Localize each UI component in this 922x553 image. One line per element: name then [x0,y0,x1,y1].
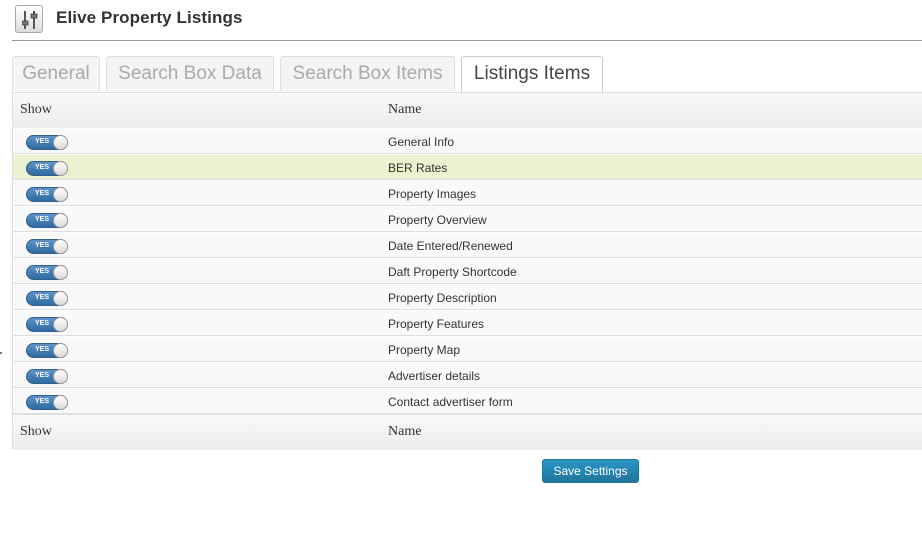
toggle-label: YES [35,216,50,223]
show-toggle[interactable]: YES [26,265,68,280]
page-header: Elive Property Listings [12,0,922,41]
show-toggle[interactable]: YES [26,343,68,358]
toggle-label: YES [35,138,50,145]
page-title: Elive Property Listings [56,8,243,27]
toggle-label: YES [35,242,50,249]
row-name: BER Rates [388,161,448,175]
row-name: Property Map [388,343,461,357]
row-name: Property Images [388,187,477,201]
toggle-label: YES [35,268,50,275]
save-settings-button[interactable]: Save Settings [542,459,639,483]
table-body: YES General Info YES BER Rates YES Property I… [13,128,922,414]
toggle-label: YES [35,190,50,197]
tab-listings-items[interactable]: Listings Items [461,56,603,93]
show-toggle[interactable]: YES [26,135,68,150]
toggle-knob [53,187,68,202]
toggle-knob [53,135,68,150]
edge-marker [0,352,2,354]
row-name: Property Features [388,317,485,331]
toggle-knob [53,161,68,176]
table-row: YES Daft Property Shortcode [13,258,922,284]
settings-sliders-icon [15,5,43,33]
toggle-knob [53,343,68,358]
toggle-label: YES [35,372,50,379]
table-row: YES Property Overview [13,206,922,232]
show-toggle[interactable]: YES [26,291,68,306]
show-toggle[interactable]: YES [26,395,68,410]
tab-bar: General Search Box Data Search Box Items… [12,56,922,93]
toggle-knob [53,369,68,384]
table-header: Show Name [13,93,922,129]
table-row: YES Property Map [13,336,922,362]
tab-search-box-data[interactable]: Search Box Data [106,56,274,91]
tab-search-box-items[interactable]: Search Box Items [280,56,455,91]
toggle-knob [53,395,68,410]
toggle-knob [53,291,68,306]
show-toggle[interactable]: YES [26,213,68,228]
tab-general[interactable]: General [12,56,100,91]
toggle-label: YES [35,346,50,353]
toggle-knob [53,265,68,280]
row-name: Property Description [388,291,497,305]
show-toggle[interactable]: YES [26,187,68,202]
row-name: Daft Property Shortcode [388,265,517,279]
show-toggle[interactable]: YES [26,239,68,254]
toggle-label: YES [35,294,50,301]
toggle-label: YES [35,398,50,405]
toggle-label: YES [35,164,50,171]
toggle-label: YES [35,320,50,327]
row-name: Property Overview [388,213,487,227]
table-row: YES Property Images [13,180,922,206]
show-toggle[interactable]: YES [26,317,68,332]
column-header-show: Show [20,102,52,117]
row-name: Advertiser details [388,369,481,383]
table-row: YES BER Rates [13,154,922,180]
show-toggle[interactable]: YES [26,161,68,176]
row-name: General Info [388,135,455,149]
column-footer-name: Name [388,424,422,439]
table-footer: Show Name [13,414,922,450]
row-name: Date Entered/Renewed [388,239,513,253]
toggle-knob [53,317,68,332]
table-row: YES Advertiser details [13,362,922,388]
toggle-knob [53,213,68,228]
column-footer-show: Show [20,424,52,439]
table-row: YES Property Description [13,284,922,310]
table-row: YES Property Features [13,310,922,336]
row-name: Contact advertiser form [388,395,513,409]
listings-items-table: Show Name YES General Info YES BER Rates YES… [12,92,922,450]
table-row: YES General Info [13,128,922,154]
show-toggle[interactable]: YES [26,369,68,384]
table-row: YES Contact advertiser form [13,388,922,414]
toggle-knob [53,239,68,254]
column-header-name: Name [388,102,422,117]
table-row: YES Date Entered/Renewed [13,232,922,258]
